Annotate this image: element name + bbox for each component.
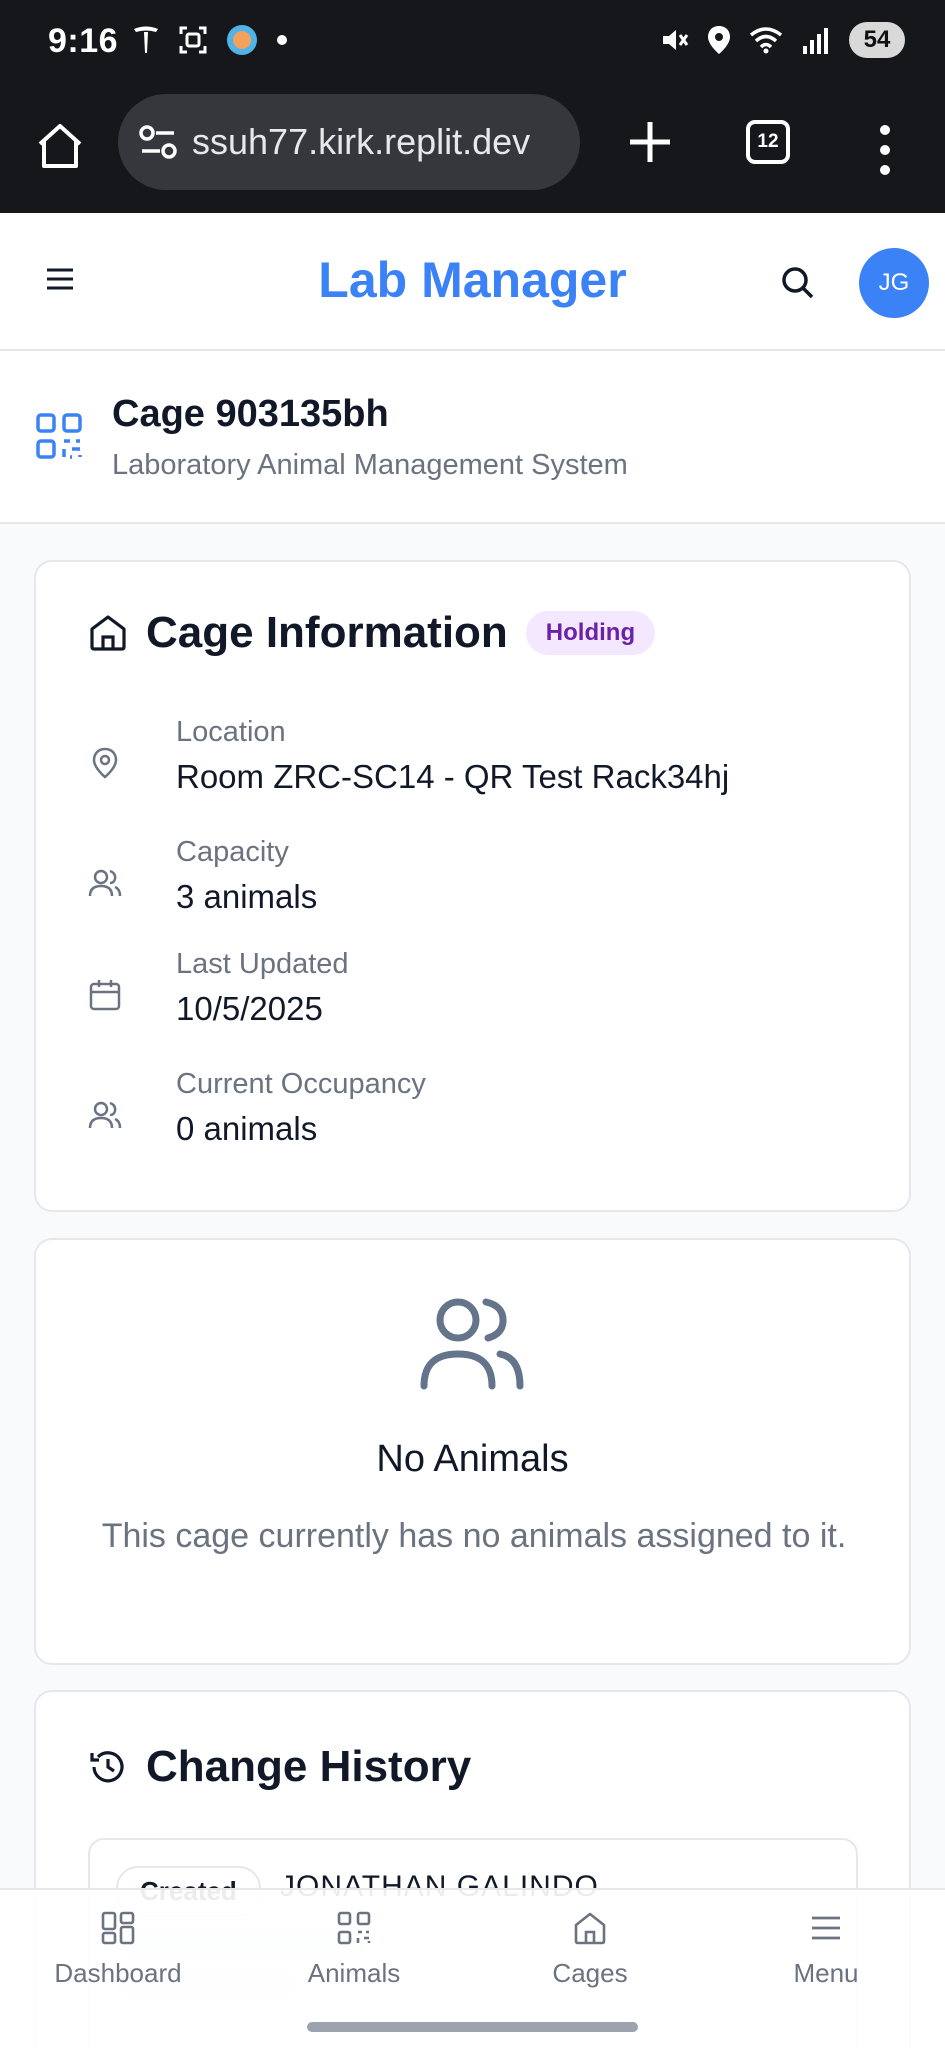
menu-icon [812,1916,840,1940]
browser-toolbar: ssuh77.kirk.replit.dev 12 [0,90,945,213]
nav-item-animals[interactable]: Animals [236,1910,472,1989]
no-animals-card: No Animals This cage currently has no an… [34,1238,911,1665]
nav-label-dashboard: Dashboard [54,1958,182,1988]
nav-item-dashboard[interactable]: Dashboard [0,1910,236,1989]
occupancy-label: Current Occupancy [176,1068,426,1100]
page-subtitle: Laboratory Animal Management System [112,449,628,481]
gesture-bar[interactable] [307,2022,638,2032]
status-time: 9:16 [48,22,119,60]
location-label: Location [176,716,286,748]
location-value: Room ZRC-SC14 - QR Test Rack34hj [176,758,730,795]
battery-indicator: 54 [849,22,905,58]
page-title: Cage 903135bh [112,393,389,435]
mute-icon [663,30,689,50]
last-updated-value: 10/5/2025 [176,990,323,1027]
occupancy-value: 0 animals [176,1110,318,1147]
tesla-icon [134,26,158,53]
grid-icon [101,1911,135,1945]
nav-item-cages[interactable]: Cages [472,1910,708,1989]
new-tab-icon[interactable] [620,112,680,172]
history-icon [90,1751,124,1783]
users-icon [420,1298,524,1390]
system-icons: 54 [659,22,905,58]
signal-icon [803,28,828,54]
site-settings-icon[interactable] [138,124,178,160]
dot-icon [277,35,287,45]
map-pin-icon [92,747,118,779]
user-avatar[interactable]: JG [859,248,929,318]
qr-code-icon [337,1911,371,1945]
status-bar: 9:16 54 [0,0,945,90]
wifi-icon [749,27,783,54]
calendar-icon [89,980,121,1011]
nav-item-menu[interactable]: Menu [708,1910,944,1989]
search-icon[interactable] [778,263,818,303]
app-header: Lab Manager JG [0,213,945,351]
screenshot-icon [179,26,207,54]
home-icon [574,1912,606,1945]
users-icon [88,1101,122,1129]
capacity-label: Capacity [176,836,289,868]
nav-label-animals: Animals [307,1958,401,1988]
more-options-icon[interactable] [870,120,900,180]
users-icon [88,869,122,897]
empty-state-title: No Animals [376,1438,569,1480]
notification-icons [132,24,288,56]
status-badge: Holding [525,611,656,655]
change-history-heading: Change History [146,1742,472,1791]
nav-label-menu: Menu [793,1958,859,1988]
capacity-value: 3 animals [176,878,318,915]
location-icon [708,26,730,54]
last-updated-label: Last Updated [176,948,349,980]
address-bar[interactable]: ssuh77.kirk.replit.dev [118,94,580,190]
tab-switcher-button[interactable]: 12 [746,120,790,164]
browser-home-icon[interactable] [34,120,86,172]
messenger-icon [227,25,257,55]
home-icon [90,615,126,651]
cage-information-heading: Cage Information [146,608,508,657]
qr-code-icon [36,413,82,459]
nav-label-cages: Cages [552,1958,628,1988]
url-text[interactable]: ssuh77.kirk.replit.dev [192,121,530,163]
cage-information-card: Cage Information Holding Location Room Z… [34,560,911,1212]
page-title-section: Cage 903135bh Laboratory Animal Manageme… [0,351,945,524]
empty-state-message: This cage currently has no animals assig… [101,1517,847,1555]
